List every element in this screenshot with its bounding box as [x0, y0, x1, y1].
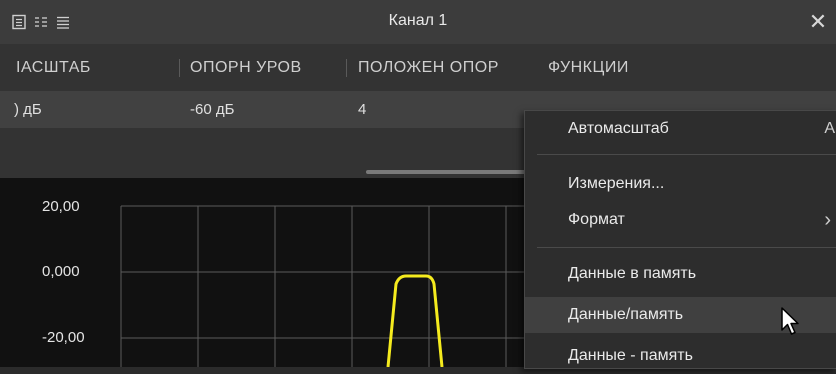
menu-item-label: Формат [568, 211, 625, 228]
mouse-pointer-icon [781, 307, 799, 335]
window-title: Канал 1 [388, 12, 448, 29]
menu-item-label: Измерения... [568, 175, 665, 192]
scale-value[interactable]: ) дБ [14, 91, 42, 128]
header-divider [346, 59, 347, 77]
title-bar: Канал 1 ✕ [0, 0, 836, 44]
menu-divider [537, 247, 836, 248]
ref-level-value[interactable]: -60 дБ [190, 91, 234, 128]
header-ref-position[interactable]: ПОЛОЖЕН ОПОР [358, 44, 544, 91]
shortcut-label: A [824, 120, 835, 137]
menu-item-measurements[interactable]: Измерения... [525, 166, 836, 202]
menu-item-format[interactable]: Формат › [525, 202, 836, 238]
menu-item-label: Данные в память [568, 265, 697, 282]
menu-item-autoscale[interactable]: Автомасштаб A [525, 111, 836, 147]
ref-position-value[interactable]: 4 [358, 91, 366, 128]
menu-item-label: Данные/память [568, 306, 684, 323]
header-ref-level[interactable]: ОПОРН УРОВ [190, 44, 302, 91]
table-header-row: ІАСШТАБ ОПОРН УРОВ ПОЛОЖЕН ОПОР ФУНКЦИИ [0, 44, 836, 91]
y-tick-label: 0,000 [42, 263, 80, 280]
chevron-right-icon: › [824, 209, 831, 231]
menu-item-data-to-memory[interactable]: Данные в память [525, 256, 836, 292]
menu-item-data-minus-memory[interactable]: Данные - память [525, 338, 836, 374]
menu-item-label: Автомасштаб [568, 120, 669, 137]
y-tick-label: 20,00 [42, 198, 80, 215]
data-trace [386, 274, 444, 368]
header-functions[interactable]: ФУНКЦИИ [548, 44, 629, 91]
menu-item-label: Данные - память [568, 347, 693, 364]
menu-divider [537, 154, 836, 155]
horizontal-scrollbar[interactable] [366, 170, 526, 174]
y-tick-label: -20,00 [42, 329, 85, 346]
header-divider [179, 59, 180, 77]
header-scale[interactable]: ІАСШТАБ [16, 44, 91, 91]
close-icon[interactable]: ✕ [802, 6, 834, 38]
